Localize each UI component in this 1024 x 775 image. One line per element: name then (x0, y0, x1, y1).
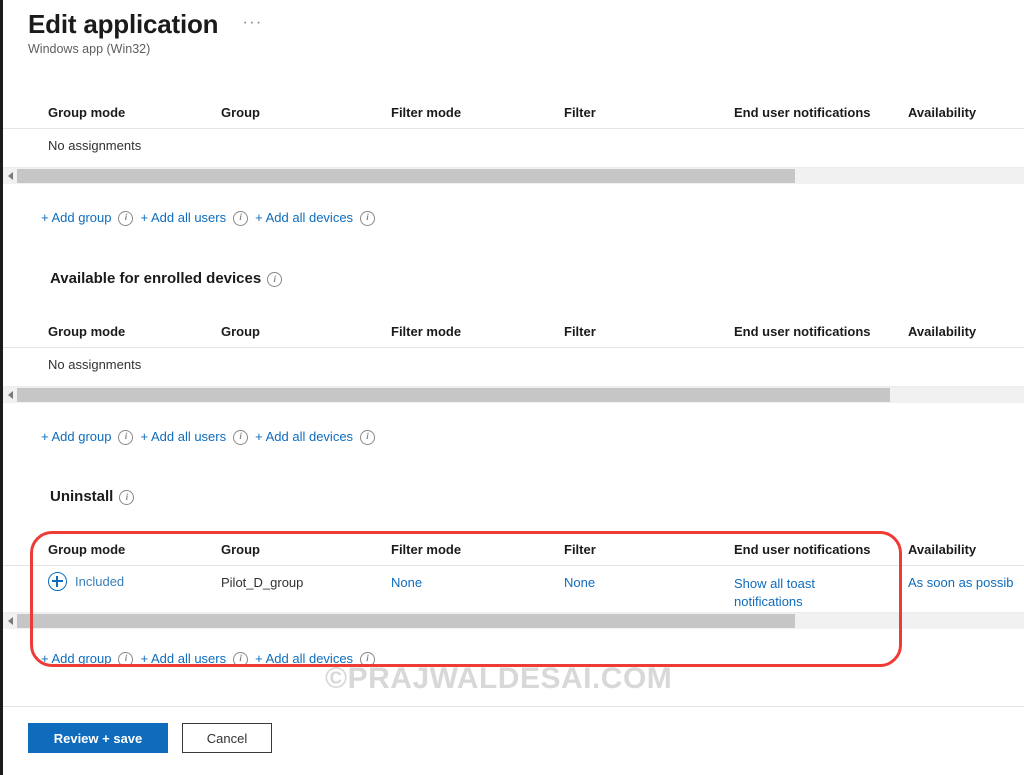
filter-value[interactable]: None (564, 575, 595, 590)
info-icon[interactable] (360, 210, 376, 226)
page-header: Edit application ··· Windows app (Win32) (3, 0, 1024, 56)
no-assignments-text: No assignments (48, 138, 142, 153)
section-heading-available-for-enrolled-devices: Available for enrolled devices (3, 270, 1024, 287)
assignments-table-required: Group mode Group Filter mode Filter End … (3, 96, 1024, 184)
section-heading-uninstall: Uninstall (3, 488, 1024, 505)
column-header-group: Group (221, 542, 260, 557)
column-header-group-mode: Group mode (48, 105, 126, 120)
edit-application-page: Edit application ··· Windows app (Win32)… (0, 0, 1024, 775)
column-header-end-user-notifications: End user notifications (734, 105, 871, 120)
column-header-group-mode: Group mode (48, 324, 126, 339)
add-all-users-link[interactable]: + Add all users (140, 210, 226, 225)
scroll-left-arrow-icon[interactable] (3, 613, 17, 629)
column-header-filter: Filter (564, 542, 596, 557)
no-assignments-text: No assignments (48, 357, 142, 372)
info-icon[interactable] (118, 651, 134, 667)
column-header-filter: Filter (564, 105, 596, 120)
horizontal-scrollbar[interactable] (3, 386, 1024, 403)
info-icon[interactable] (119, 490, 135, 505)
column-header-availability: Availability (908, 105, 977, 120)
add-links-row-available: + Add group + Add all users + Add all de… (3, 425, 1024, 447)
filter-mode-value[interactable]: None (391, 575, 422, 590)
add-group-link[interactable]: + Add group (41, 429, 111, 444)
column-header-availability: Availability (908, 324, 977, 339)
add-group-link[interactable]: + Add group (41, 651, 111, 666)
info-icon[interactable] (360, 429, 376, 445)
scrollbar-thumb[interactable] (17, 614, 795, 628)
table-header-row: Group mode Group Filter mode Filter End … (3, 96, 1024, 129)
title-row: Edit application ··· (3, 9, 1024, 39)
group-mode-cell: Included (48, 572, 124, 591)
info-icon[interactable] (233, 210, 249, 226)
section-heading-label: Uninstall (50, 488, 114, 505)
column-header-end-user-notifications: End user notifications (734, 324, 871, 339)
watermark: ©PRAJWALDESAI.COM (325, 662, 673, 695)
horizontal-scrollbar[interactable] (3, 167, 1024, 184)
info-icon[interactable] (233, 429, 249, 445)
table-row: No assignments (3, 129, 1024, 167)
column-header-group: Group (221, 105, 260, 120)
info-icon[interactable] (118, 429, 134, 445)
add-all-devices-link[interactable]: + Add all devices (255, 429, 353, 444)
availability-value[interactable]: As soon as possib (908, 575, 1014, 590)
end-user-notifications-value[interactable]: Show all toast notifications (734, 575, 864, 610)
review-and-save-button[interactable]: Review + save (28, 723, 168, 753)
info-icon[interactable] (118, 210, 134, 226)
table-header-row: Group mode Group Filter mode Filter End … (3, 533, 1024, 566)
page-title: Edit application (28, 9, 219, 39)
assignments-table-uninstall: Group mode Group Filter mode Filter End … (3, 533, 1024, 629)
section-heading-label: Available for enrolled devices (50, 270, 262, 287)
add-all-users-link[interactable]: + Add all users (140, 651, 226, 666)
section-available-for-enrolled-devices: Available for enrolled devices Group mod… (3, 270, 1024, 447)
horizontal-scrollbar[interactable] (3, 612, 1024, 629)
column-header-filter-mode: Filter mode (391, 542, 462, 557)
scroll-left-arrow-icon[interactable] (3, 387, 17, 403)
add-group-link[interactable]: + Add group (41, 210, 111, 225)
add-links-row-required: + Add group + Add all users + Add all de… (3, 206, 1024, 228)
info-icon[interactable] (233, 651, 249, 667)
add-all-users-link[interactable]: + Add all users (140, 429, 226, 444)
column-header-filter: Filter (564, 324, 596, 339)
cancel-button[interactable]: Cancel (182, 723, 272, 753)
section-required: Group mode Group Filter mode Filter End … (3, 96, 1024, 228)
assignments-table-available: Group mode Group Filter mode Filter End … (3, 315, 1024, 403)
section-uninstall: Uninstall Group mode Group Filter mode F… (3, 488, 1024, 669)
group-mode-value: Included (75, 574, 125, 589)
plus-circle-icon (48, 572, 67, 591)
more-options-icon[interactable]: ··· (236, 11, 268, 38)
column-header-availability: Availability (908, 542, 977, 557)
column-header-end-user-notifications: End user notifications (734, 542, 871, 557)
footer-action-bar: Review + save Cancel (3, 706, 1024, 775)
table-row: No assignments (3, 348, 1024, 386)
column-header-filter-mode: Filter mode (391, 105, 462, 120)
column-header-group-mode: Group mode (48, 542, 126, 557)
scrollbar-thumb[interactable] (17, 169, 795, 183)
table-row: Included Pilot_D_group None None Show al… (3, 566, 1024, 612)
scroll-left-arrow-icon[interactable] (3, 168, 17, 184)
column-header-group: Group (221, 324, 260, 339)
scrollbar-thumb[interactable] (17, 388, 890, 402)
group-value: Pilot_D_group (221, 575, 304, 590)
table-header-row: Group mode Group Filter mode Filter End … (3, 315, 1024, 348)
page-subtitle: Windows app (Win32) (28, 42, 151, 57)
column-header-filter-mode: Filter mode (391, 324, 462, 339)
add-all-devices-link[interactable]: + Add all devices (255, 210, 353, 225)
info-icon[interactable] (267, 272, 283, 287)
